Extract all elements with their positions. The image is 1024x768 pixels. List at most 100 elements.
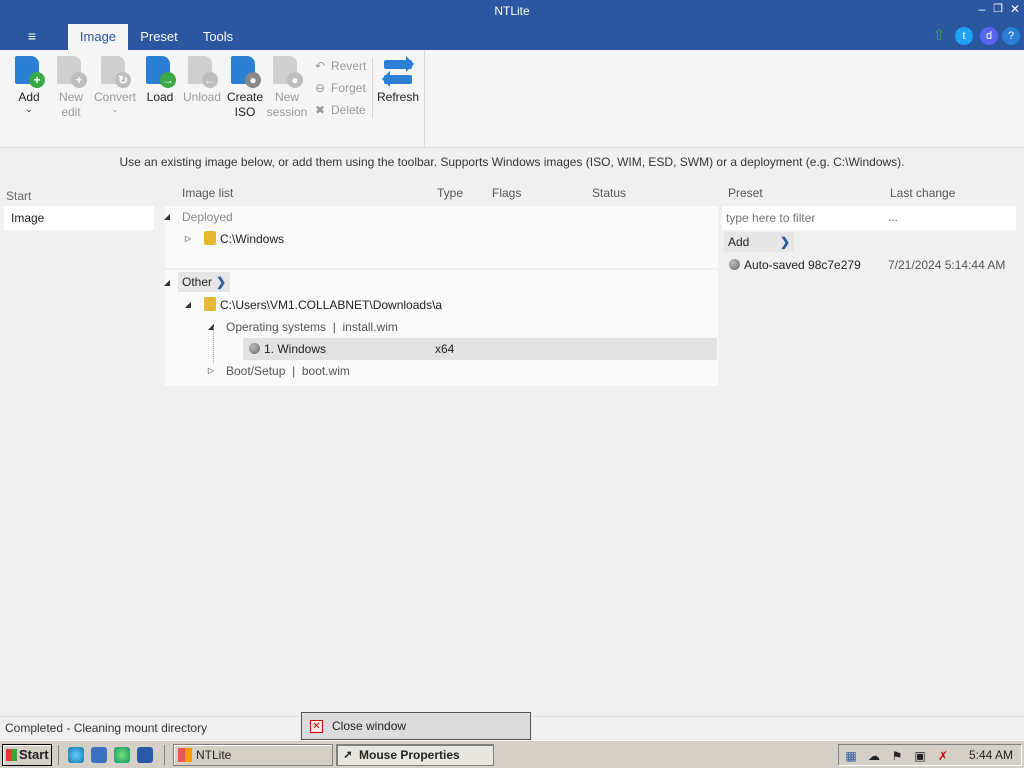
mouse-icon: ➚ <box>343 749 353 761</box>
close-window-popup[interactable]: ✕ Close window <box>301 712 531 740</box>
col-preset[interactable]: Preset <box>728 186 763 200</box>
create-iso-icon: ● <box>229 56 261 88</box>
separator: | <box>332 320 336 334</box>
refresh-label: Refresh <box>376 90 420 104</box>
create-iso-label-2: ISO <box>234 105 256 119</box>
collapse-triangle-icon[interactable]: ◢ <box>162 272 172 294</box>
col-image-list[interactable]: Image list <box>182 186 233 200</box>
close-window-icon: ✕ <box>310 720 323 733</box>
task-ntlite[interactable]: NTLite <box>173 744 333 766</box>
taskbar-separator <box>164 745 165 765</box>
create-iso-button[interactable]: ● Create ISO <box>226 56 264 120</box>
collapse-triangle-icon[interactable]: ◢ <box>206 316 216 338</box>
load-icon: → <box>144 56 176 88</box>
start-label: Start <box>19 747 49 762</box>
delete-button[interactable]: ✖ Delete <box>312 101 366 119</box>
unload-icon: ← <box>186 56 218 88</box>
media-player-icon[interactable] <box>114 747 130 763</box>
monitor-icon[interactable]: ▣ <box>913 749 927 763</box>
add-label: Add <box>18 90 40 104</box>
explorer-icon[interactable] <box>137 747 153 763</box>
network-icon[interactable]: ☁ <box>867 749 881 763</box>
title-bar: NTLite – ❐ ✕ ≡ Image Preset Tools ⇧ t d … <box>0 0 1024 50</box>
help-icon[interactable]: ? <box>1002 27 1020 45</box>
window-title: NTLite <box>494 4 530 18</box>
expand-triangle-icon[interactable]: ▷ <box>183 228 193 250</box>
delete-label: Delete <box>331 103 366 117</box>
preset-filter-row: ... <box>722 206 1016 230</box>
windows-type: x64 <box>435 342 455 356</box>
deployed-path: C:\Windows <box>220 232 285 246</box>
other-group-chip[interactable]: Other ❯ <box>178 272 231 292</box>
refresh-icon <box>382 56 414 88</box>
col-flags[interactable]: Flags <box>492 186 521 200</box>
chevron-down-icon: ⌄ <box>25 104 33 114</box>
preset-add-button[interactable]: Add ❯ <box>724 232 794 252</box>
minimize-button[interactable]: – <box>974 2 990 16</box>
convert-icon: ↻ <box>99 56 131 88</box>
col-last-change[interactable]: Last change <box>890 186 955 200</box>
collapse-triangle-icon[interactable]: ◢ <box>162 206 172 228</box>
forget-button[interactable]: ⊖ Forget <box>312 79 366 97</box>
undo-icon: ↶ <box>314 59 326 73</box>
restore-button[interactable]: ❐ <box>990 2 1006 15</box>
ie-icon[interactable] <box>68 747 84 763</box>
windows-logo-icon <box>6 749 17 761</box>
unload-label: Unload <box>182 90 222 104</box>
preset-date: 7/21/2024 5:14:44 AM <box>888 258 1006 272</box>
disc-image-icon <box>249 343 260 354</box>
add-button[interactable]: + Add ⌄ <box>10 56 48 114</box>
create-iso-label-1: Create <box>226 90 264 104</box>
taskbar-separator <box>58 745 59 765</box>
volume-muted-icon[interactable]: ✗ <box>936 749 950 763</box>
new-edit-button[interactable]: + New edit <box>52 56 90 120</box>
delete-x-icon: ✖ <box>314 103 326 117</box>
close-button[interactable]: ✕ <box>1007 2 1023 16</box>
ntlite-app-icon <box>178 748 192 762</box>
tab-tools[interactable]: Tools <box>194 24 242 50</box>
new-edit-label-1: New <box>58 90 83 104</box>
unload-button[interactable]: ← Unload <box>182 56 222 105</box>
clock: 5:44 AM <box>968 748 1013 762</box>
start-button[interactable]: Start <box>2 744 52 766</box>
hamburger-menu-icon[interactable]: ≡ <box>22 28 42 44</box>
boot-file-label: boot.wim <box>301 364 350 378</box>
convert-button[interactable]: ↻ Convert ⌄ <box>92 56 138 114</box>
refresh-button[interactable]: Refresh <box>376 56 420 105</box>
folder-icon <box>204 297 216 311</box>
chevron-right-icon: ❯ <box>780 235 791 249</box>
filter-more-button[interactable]: ... <box>888 210 898 224</box>
ribbon-separator <box>372 58 373 118</box>
revert-label: Revert <box>331 59 367 73</box>
task-ntlite-label: NTLite <box>196 748 232 762</box>
preset-filter-input[interactable] <box>726 210 876 226</box>
boot-group-label: Boot/Setup <box>226 364 286 378</box>
preset-row[interactable]: Auto-saved 98c7e279 7/21/2024 5:14:44 AM <box>722 254 1016 276</box>
discord-icon[interactable]: d <box>980 27 998 45</box>
preset-name: Auto-saved 98c7e279 <box>744 258 861 272</box>
nav-item-image[interactable]: Image <box>4 206 154 230</box>
os-file-label: install.wim <box>342 320 398 334</box>
load-button[interactable]: → Load <box>142 56 178 105</box>
update-arrow-icon[interactable]: ⇧ <box>930 27 948 45</box>
new-session-button[interactable]: ● New session <box>266 56 308 120</box>
chevron-right-icon: ❯ <box>216 275 227 289</box>
taskbar: Start NTLite ➚ Mouse Properties ▦ ☁ ⚑ ▣ … <box>0 740 1024 768</box>
flag-icon[interactable]: ⚑ <box>890 749 904 763</box>
col-type[interactable]: Type <box>437 186 463 200</box>
tab-image[interactable]: Image <box>68 24 128 50</box>
image-list-panel: Image list Type Flags Status ◢ Deployed … <box>157 183 718 716</box>
revert-button[interactable]: ↶ Revert <box>312 57 366 75</box>
col-status[interactable]: Status <box>592 186 626 200</box>
twitter-icon[interactable]: t <box>955 27 973 45</box>
left-nav: Start Image <box>0 183 156 716</box>
expand-triangle-icon[interactable]: ▷ <box>206 360 216 382</box>
tree-item-windows[interactable]: 1. Windows x64 <box>243 338 717 360</box>
grid-icon[interactable]: ▦ <box>844 749 858 763</box>
tab-preset[interactable]: Preset <box>134 24 184 50</box>
close-window-label: Close window <box>332 719 407 733</box>
task-mouse-properties[interactable]: ➚ Mouse Properties <box>336 744 494 766</box>
desktop-icon[interactable] <box>91 747 107 763</box>
collapse-triangle-icon[interactable]: ◢ <box>183 294 193 316</box>
nav-header: Start <box>6 189 32 203</box>
